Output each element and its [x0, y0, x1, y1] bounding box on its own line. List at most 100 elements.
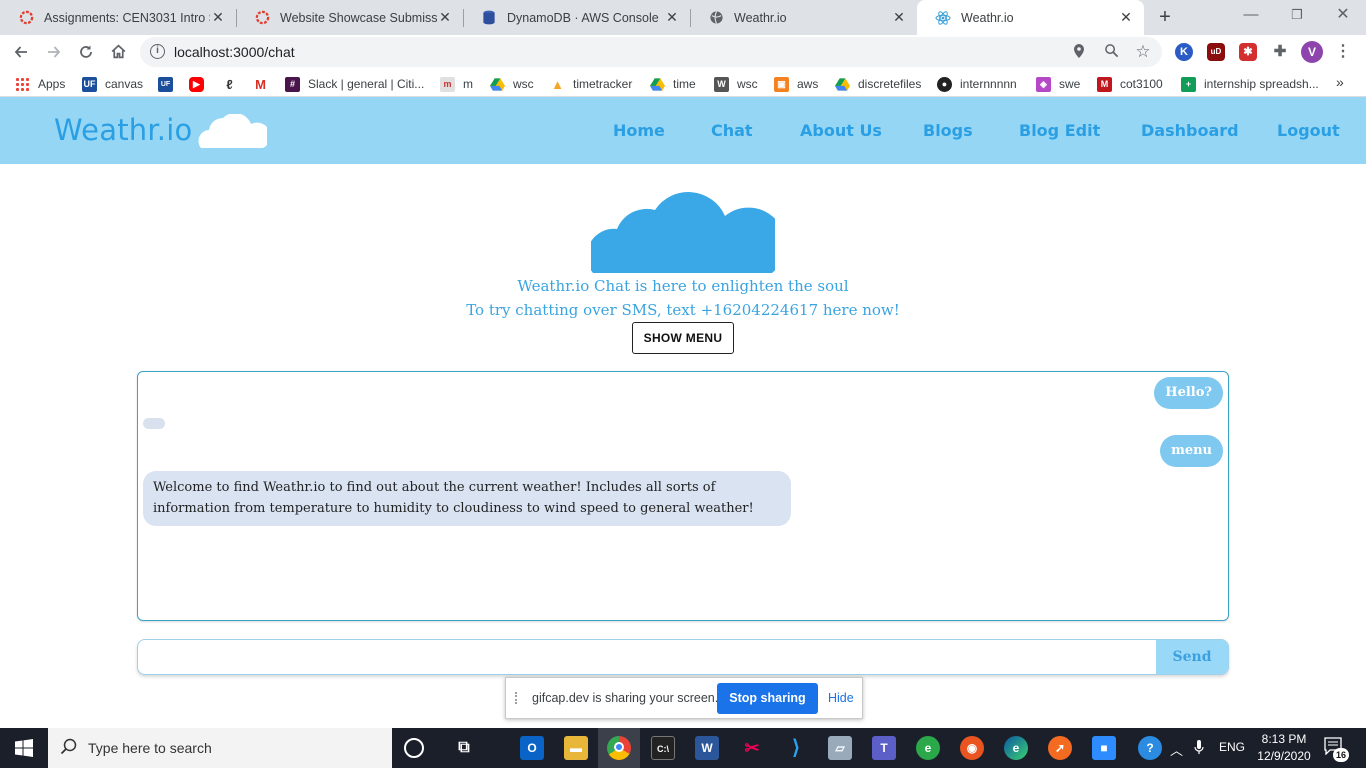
microphone-icon[interactable] — [1194, 740, 1204, 758]
windows-taskbar: Type here to search ⧉ O ▬ C:\ W ✂ ⟩ ▱ T … — [0, 728, 1366, 768]
bookmark-star-icon[interactable]: ☆ — [1134, 43, 1152, 61]
bookmark-wsc[interactable]: W wsc — [714, 75, 758, 93]
close-tab-icon[interactable]: ✕ — [437, 9, 453, 26]
generic-site-icon: m — [440, 76, 455, 92]
system-clock[interactable]: 8:13 PM 12/9/2020 — [1252, 731, 1316, 765]
tab-weathr-1[interactable]: Weathr.io ✕ — [690, 0, 917, 35]
bookmark-timetracker[interactable]: ▲ timetracker — [550, 75, 632, 93]
extension-icon[interactable]: ✱ — [1239, 43, 1257, 61]
snipping-tool-icon[interactable]: ✂ — [740, 736, 764, 760]
restore-button[interactable]: ❐ — [1274, 4, 1320, 28]
bookmark-wsc-drive[interactable]: wsc — [490, 75, 534, 93]
bookmark-swe[interactable]: ◈ swe — [1036, 75, 1080, 93]
ublock-icon[interactable]: uD — [1207, 43, 1225, 61]
nav-dashboard[interactable]: Dashboard — [1141, 121, 1239, 140]
notepad-icon[interactable]: ▱ — [828, 736, 852, 760]
firebase-icon: ▲ — [551, 76, 564, 92]
bookmarks-overflow-icon[interactable]: » — [1336, 74, 1344, 90]
minimize-button[interactable]: — — [1228, 4, 1274, 28]
outlook-icon[interactable]: O — [520, 736, 544, 760]
tab-title: Weathr.io — [961, 10, 1014, 25]
help-icon[interactable]: ? — [1138, 736, 1162, 760]
bookmark-cot3100[interactable]: M cot3100 — [1097, 75, 1163, 93]
message-composer: Send — [137, 639, 1229, 675]
bookmark-time[interactable]: time — [650, 75, 696, 93]
teams-icon[interactable]: T — [872, 736, 896, 760]
word-icon[interactable]: W — [695, 736, 719, 760]
show-menu-button[interactable]: SHOW MENU — [632, 322, 734, 354]
bookmark-canvas[interactable]: UF canvas — [82, 75, 143, 93]
youtube-icon: ▶ — [189, 76, 204, 92]
send-button[interactable]: Send — [1156, 640, 1228, 674]
postman-icon[interactable]: ➚ — [1048, 736, 1072, 760]
bookmark-link[interactable]: ℓ — [222, 75, 245, 93]
task-view-icon[interactable]: ⧉ — [452, 736, 476, 760]
uf-icon: UF — [82, 76, 97, 92]
clock-date: 12/9/2020 — [1257, 749, 1311, 763]
nav-blog-edit[interactable]: Blog Edit — [1019, 121, 1100, 140]
url-text: localhost:3000/chat — [174, 44, 295, 60]
location-icon[interactable] — [1070, 43, 1088, 61]
bookmark-aws[interactable]: ▣ aws — [774, 75, 818, 93]
cortana-icon[interactable] — [404, 738, 424, 758]
hide-link[interactable]: Hide — [828, 691, 854, 705]
message-input[interactable] — [138, 640, 1158, 674]
bookmark-m[interactable]: m m — [440, 75, 473, 93]
user-message-bubble: menu — [1160, 435, 1223, 467]
close-tab-icon[interactable]: ✕ — [1118, 9, 1134, 26]
taskbar-search[interactable]: Type here to search — [48, 728, 392, 768]
chrome-menu-icon[interactable]: ⋮ — [1334, 43, 1352, 61]
brand-logo-text[interactable]: Weathr.io — [54, 113, 192, 147]
stop-sharing-button[interactable]: Stop sharing — [717, 683, 818, 714]
bookmark-label: internnnnn — [960, 77, 1017, 91]
profile-avatar[interactable]: V — [1301, 41, 1323, 63]
tab-dynamodb[interactable]: DynamoDB · AWS Console ✕ — [463, 0, 690, 35]
close-tab-icon[interactable]: ✕ — [210, 9, 226, 26]
home-button[interactable] — [106, 40, 130, 64]
nav-chat[interactable]: Chat — [711, 121, 753, 140]
tab-weathr-active[interactable]: Weathr.io ✕ — [917, 0, 1144, 35]
chat-window[interactable]: Hello? menu Welcome to find Weathr.io to… — [137, 371, 1229, 621]
bookmark-apps[interactable]: Apps — [15, 75, 65, 93]
k-extension-icon[interactable]: K — [1175, 43, 1193, 61]
tray-expand-icon[interactable]: ︿ — [1170, 740, 1183, 759]
info-icon[interactable]: i — [150, 44, 165, 59]
close-tab-icon[interactable]: ✕ — [891, 9, 907, 26]
nav-logout[interactable]: Logout — [1277, 121, 1340, 140]
terminal-icon[interactable]: C:\ — [651, 736, 675, 760]
puzzle-extensions-icon[interactable]: ✚ — [1271, 43, 1289, 61]
close-tab-icon[interactable]: ✕ — [664, 9, 680, 26]
start-button[interactable] — [0, 728, 48, 768]
edge-icon[interactable]: e — [1004, 736, 1028, 760]
bookmark-internnnnn[interactable]: ● internnnnn — [937, 75, 1017, 93]
bookmark-slack[interactable]: # Slack | general | Citi... — [285, 75, 424, 93]
nav-blogs[interactable]: Blogs — [923, 121, 973, 140]
language-indicator[interactable]: ENG — [1219, 740, 1245, 754]
evernote-icon[interactable]: e — [916, 736, 940, 760]
bookmark-youtube[interactable]: ▶ — [189, 75, 212, 93]
ubuntu-icon[interactable]: ◉ — [960, 736, 984, 760]
tab-website-showcase[interactable]: Website Showcase Submission ✕ — [236, 0, 463, 35]
file-explorer-icon[interactable]: ▬ — [564, 736, 588, 760]
back-button[interactable] — [9, 40, 33, 64]
close-window-button[interactable]: ✕ — [1320, 4, 1366, 28]
chrome-icon[interactable] — [607, 736, 631, 760]
zoom-app-icon[interactable]: ■ — [1092, 736, 1116, 760]
chat-tagline: Weathr.io Chat is here to enlighten the … — [517, 277, 849, 295]
address-bar[interactable]: i localhost:3000/chat ☆ — [140, 37, 1162, 67]
nav-about-us[interactable]: About Us — [800, 121, 882, 140]
bookmark-gmail[interactable]: M — [253, 75, 276, 93]
bookmark-discretefiles[interactable]: discretefiles — [835, 75, 921, 93]
bookmark-internship-spreadsheet[interactable]: + internship spreadsh... — [1181, 75, 1319, 93]
new-tab-button[interactable]: + — [1153, 6, 1177, 30]
vscode-icon[interactable]: ⟩ — [784, 736, 808, 760]
drag-handle-icon[interactable] — [515, 692, 520, 704]
bookmark-one-uf[interactable]: UF — [158, 75, 181, 93]
reload-button[interactable] — [74, 40, 98, 64]
nav-home[interactable]: Home — [613, 121, 665, 140]
tab-assignments[interactable]: Assignments: CEN3031 Intro S ✕ — [0, 0, 236, 35]
zoom-icon[interactable] — [1102, 43, 1120, 61]
swe-icon: ◈ — [1036, 76, 1051, 92]
google-drive-icon — [835, 77, 850, 92]
forward-button[interactable] — [42, 40, 66, 64]
